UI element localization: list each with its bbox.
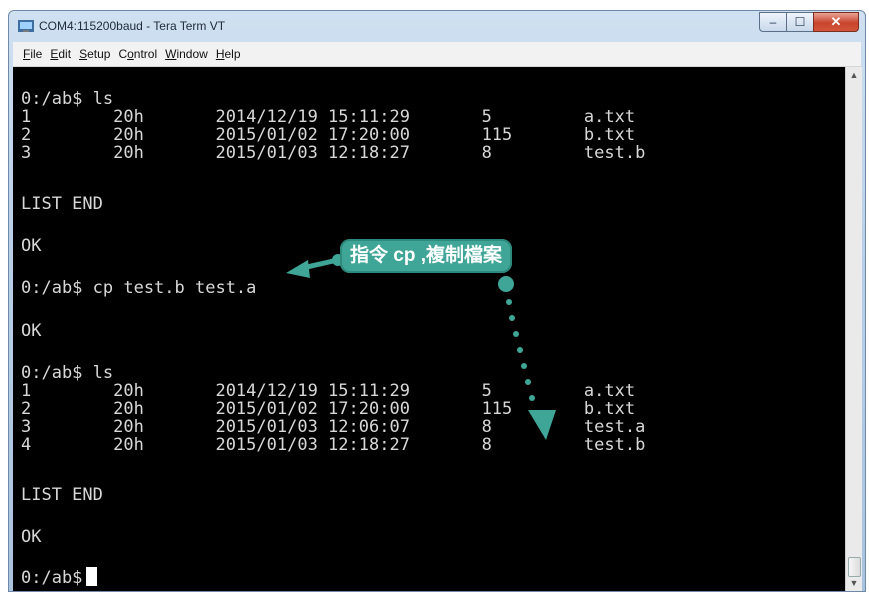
callout-dotted-arrow-to-test-a-icon: [498, 276, 556, 440]
annotation-overlay: [286, 254, 556, 440]
callout-arrow-to-cp-icon: [286, 254, 348, 278]
annotation-callout: 指令 cp ,複制檔案: [340, 239, 513, 273]
